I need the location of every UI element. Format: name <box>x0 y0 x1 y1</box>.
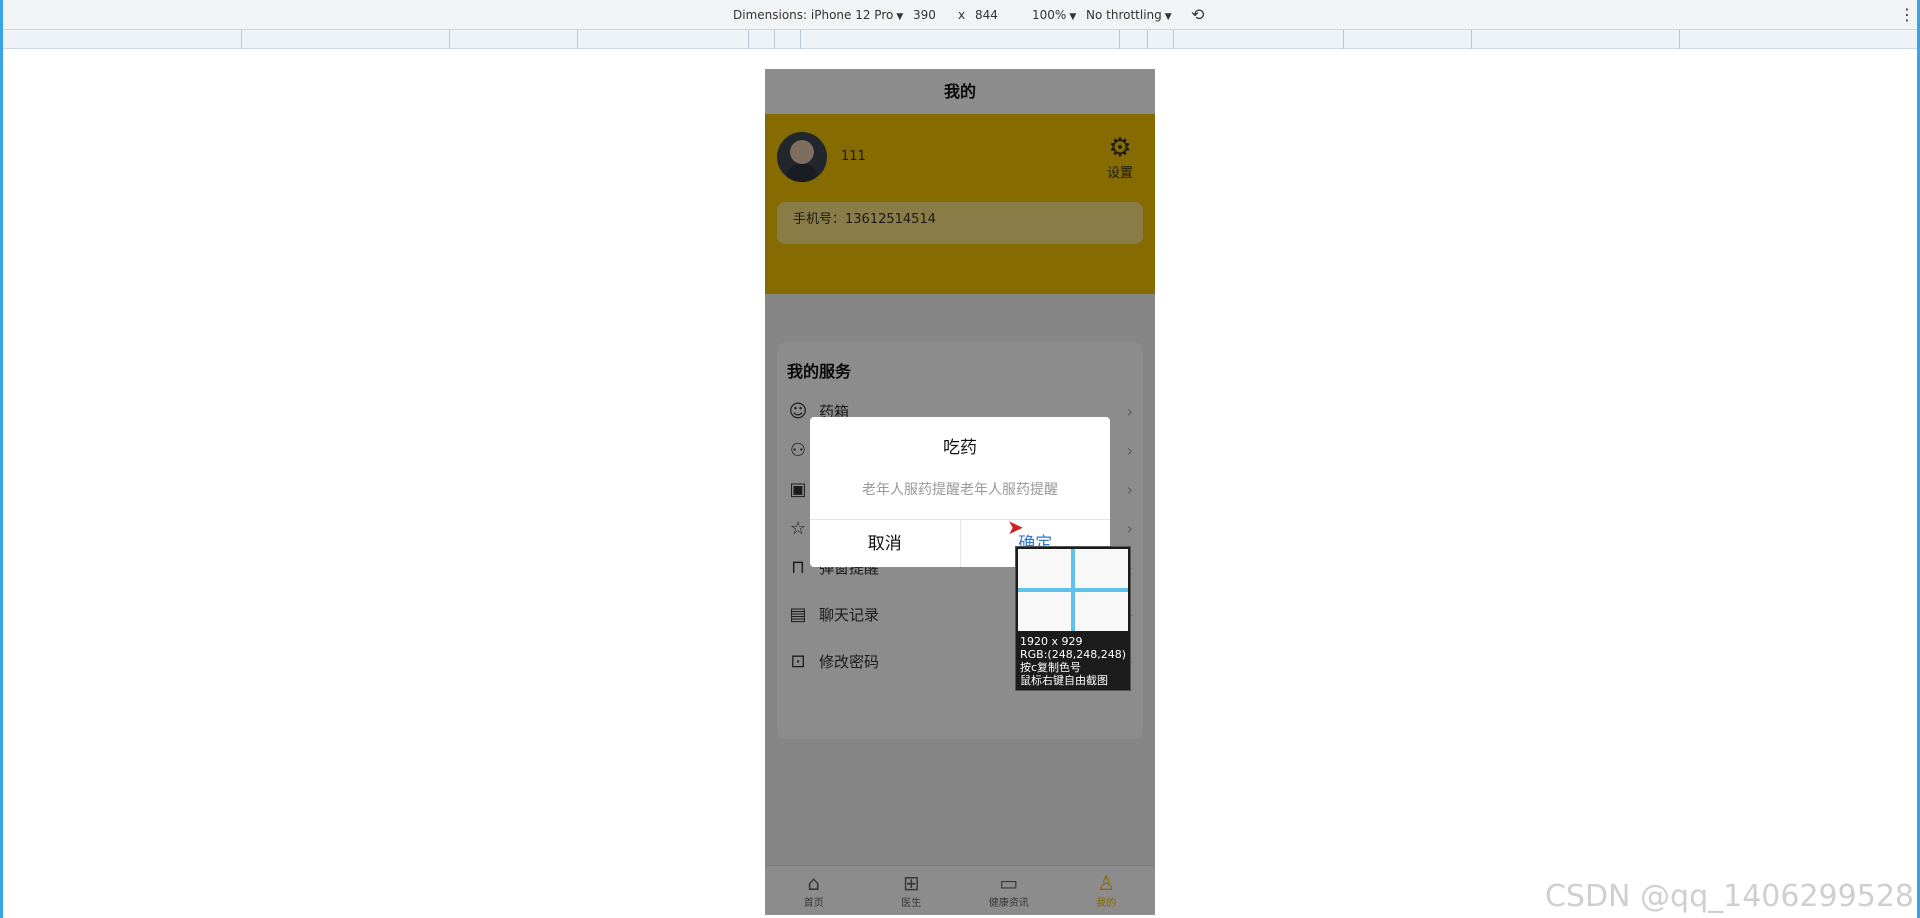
height-input[interactable]: 844 <box>975 8 998 22</box>
zoom-select[interactable]: 100% ▼ <box>1032 8 1076 22</box>
picker-hint-copy: 按c复制色号 <box>1020 661 1082 674</box>
picker-size: 1920 x 929 <box>1020 635 1083 648</box>
caret-down-icon: ▼ <box>896 12 904 22</box>
width-input[interactable]: 390 <box>913 8 936 22</box>
ruler-segment[interactable] <box>748 30 749 49</box>
color-picker-overlay: 1920 x 929 RGB:(248,248,248) 按c复制色号 鼠标右键… <box>1015 546 1131 691</box>
ruler-segment[interactable] <box>800 30 801 49</box>
device-dimensions-select[interactable]: Dimensions: iPhone 12 Pro ▼ <box>733 8 903 22</box>
media-query-ruler <box>3 30 1917 49</box>
ruler-segment[interactable] <box>577 30 578 49</box>
phone-viewport: 我的 111 ⚙ 设置 手机号：13612514514 我的服务 ☺ 药箱 › … <box>765 69 1155 915</box>
throttling-select[interactable]: No throttling ▼ <box>1086 8 1172 22</box>
ruler-segment[interactable] <box>1173 30 1174 49</box>
picker-hint-capture: 鼠标右键自由截图 <box>1020 674 1108 687</box>
more-icon[interactable]: ⋮ <box>1899 5 1915 24</box>
mouse-cursor-icon: ➤ <box>1007 515 1024 539</box>
ruler-segment[interactable] <box>449 30 450 49</box>
picker-magnifier <box>1018 549 1128 631</box>
cancel-button[interactable]: 取消 <box>810 520 961 567</box>
picker-rgb: RGB:(248,248,248) <box>1020 648 1126 661</box>
ruler-segment[interactable] <box>774 30 775 49</box>
ruler-segment[interactable] <box>1343 30 1344 49</box>
ruler-segment[interactable] <box>1119 30 1120 49</box>
caret-down-icon: ▼ <box>1069 12 1077 22</box>
ruler-segment[interactable] <box>1679 30 1680 49</box>
modal-title: 吃药 <box>943 438 977 458</box>
rotate-icon[interactable]: ⟲ <box>1191 5 1204 24</box>
times-label: x <box>958 8 966 22</box>
ruler-segment[interactable] <box>241 30 242 49</box>
zoom-label: 100% <box>1032 8 1067 22</box>
picker-info: 1920 x 929 RGB:(248,248,248) 按c复制色号 鼠标右键… <box>1020 635 1126 687</box>
ruler-segment[interactable] <box>1147 30 1148 49</box>
ruler-segment[interactable] <box>1471 30 1472 49</box>
modal-content: 老年人服药提醒老年人服药提醒 <box>862 482 1058 498</box>
medication-modal: 吃药 老年人服药提醒老年人服药提醒 取消 确定 <box>810 417 1110 567</box>
crosshair-vertical <box>1071 549 1075 631</box>
throttling-label: No throttling <box>1086 8 1162 22</box>
devtools-toolbar: Dimensions: iPhone 12 Pro ▼ 390 x 844 100… <box>3 0 1917 30</box>
watermark: CSDN @qq_1406299528 <box>1544 879 1914 914</box>
caret-down-icon: ▼ <box>1164 12 1172 22</box>
device-dimensions-label: Dimensions: iPhone 12 Pro <box>733 8 894 22</box>
